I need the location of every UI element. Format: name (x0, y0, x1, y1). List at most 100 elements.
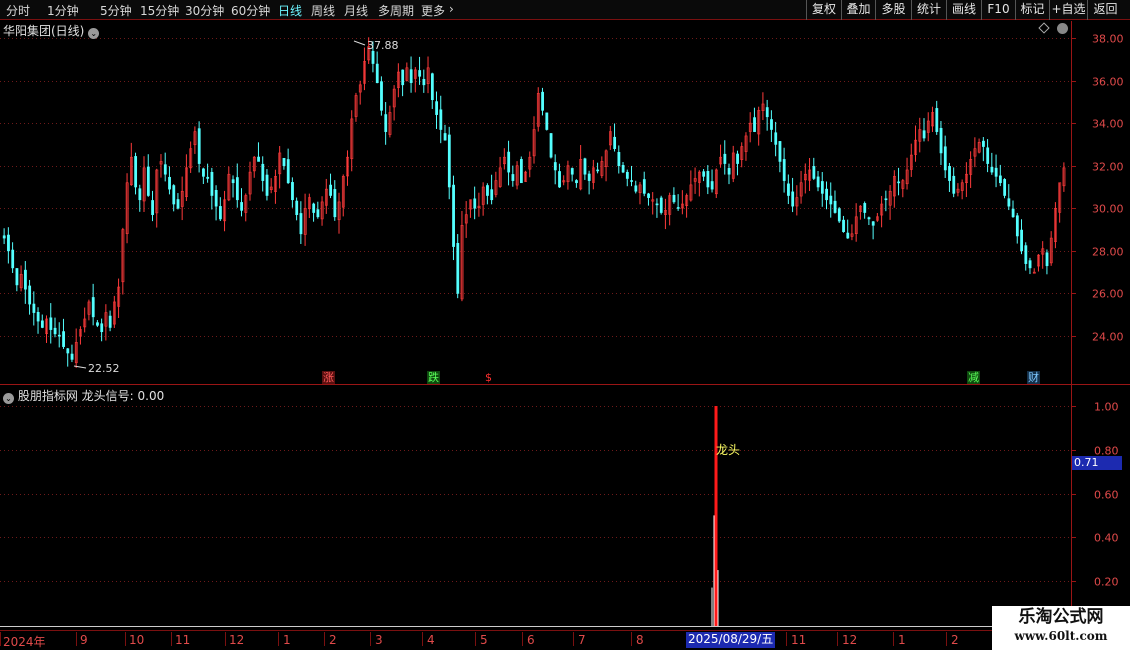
candle (422, 69, 426, 93)
candle (299, 201, 303, 245)
candle-body (583, 158, 587, 175)
event-tag-reduce[interactable]: 减 (967, 371, 980, 384)
candle (842, 215, 845, 233)
main-grid (0, 38, 1071, 337)
candle-body (1045, 252, 1049, 267)
kline-chart[interactable]: 38.00 36.00 34.00 32.00 30.00 28.00 26.00 24.00… (0, 0, 1130, 630)
candle (651, 192, 655, 215)
candle-body (676, 207, 680, 209)
candle-body (982, 140, 985, 147)
candle-body (825, 188, 828, 201)
signal-bar (711, 587, 713, 626)
candle (698, 170, 701, 197)
candle-body (486, 185, 489, 196)
candle (782, 147, 786, 193)
candle-body (66, 348, 70, 354)
candle (914, 125, 918, 162)
event-tag-fall[interactable]: 跌 (427, 371, 440, 384)
candle-body (833, 200, 837, 213)
candle (100, 318, 104, 342)
candle-body (990, 166, 994, 173)
date-label: 2024年 (3, 635, 46, 649)
candle (329, 173, 333, 199)
candle-body (62, 331, 65, 347)
event-tag-finance[interactable]: 财 (1027, 371, 1040, 384)
candle-body (1020, 229, 1023, 252)
candle (787, 174, 790, 205)
event-tag-dollar[interactable]: $ (484, 371, 493, 384)
dropdown-icon[interactable]: ⌄ (88, 28, 100, 39)
candle (189, 141, 193, 173)
candle-body (295, 200, 299, 215)
candle-body (11, 249, 15, 269)
candle (825, 181, 828, 210)
candle (507, 140, 511, 186)
candle (435, 91, 439, 129)
candle (1007, 184, 1011, 211)
candle (748, 112, 752, 143)
price-tick-label: 32.00 (1092, 161, 1124, 174)
date-label: 9 (80, 633, 88, 647)
date-label: 12 (229, 633, 245, 647)
candle (240, 188, 244, 217)
candle-body (723, 153, 727, 164)
candle-body (507, 151, 511, 173)
indicator-title: 股朋指标网 龙头信号: 0.00 (17, 389, 165, 403)
candle (443, 124, 447, 141)
candle (935, 100, 939, 135)
candle-body (409, 69, 413, 83)
candle (163, 152, 167, 182)
candle (909, 143, 913, 177)
candle-body (778, 141, 782, 162)
candle (452, 175, 455, 261)
price-tick-label: 28.00 (1092, 246, 1124, 259)
candle-body (922, 130, 926, 139)
candle (740, 142, 744, 168)
settings-icon[interactable] (1057, 23, 1068, 34)
candle (558, 163, 561, 188)
candle (477, 192, 481, 217)
candle (316, 201, 320, 219)
candle (621, 161, 625, 174)
candle (380, 76, 383, 116)
candle (511, 165, 515, 187)
candle (613, 123, 617, 152)
candle (778, 141, 782, 173)
candle (409, 56, 413, 93)
event-tag-rise[interactable]: 涨 (322, 371, 335, 384)
candle-body (782, 159, 786, 181)
candle (583, 157, 587, 180)
candle (87, 299, 91, 321)
candle (142, 156, 146, 212)
candle (2, 228, 6, 245)
candle-body (473, 198, 477, 209)
candle-body (770, 119, 773, 130)
indicator-axis: 1.000.800.600.400.20 (1071, 401, 1119, 589)
candle (816, 170, 820, 192)
candle (49, 303, 53, 344)
candle (197, 121, 201, 173)
candle (469, 199, 472, 218)
candle-body (36, 311, 40, 322)
candle (333, 180, 337, 221)
candle (659, 195, 663, 215)
candle (647, 192, 650, 206)
date-label: 7 (578, 633, 586, 647)
candle (418, 56, 422, 85)
candle-body (108, 315, 112, 328)
candle (990, 152, 994, 175)
candle-body (829, 195, 833, 205)
candle-body (787, 183, 790, 196)
candle-body (897, 181, 901, 184)
candle (681, 190, 684, 215)
signal-bar (714, 406, 718, 626)
candle (24, 261, 27, 304)
candle-body (452, 184, 455, 247)
candle-body (197, 128, 201, 164)
signal-bars (711, 406, 719, 626)
candle (303, 193, 307, 246)
indicator-dropdown-icon[interactable]: ⌄ (3, 393, 14, 404)
candle (850, 224, 854, 241)
candle (791, 177, 795, 213)
candle-body (871, 221, 875, 226)
